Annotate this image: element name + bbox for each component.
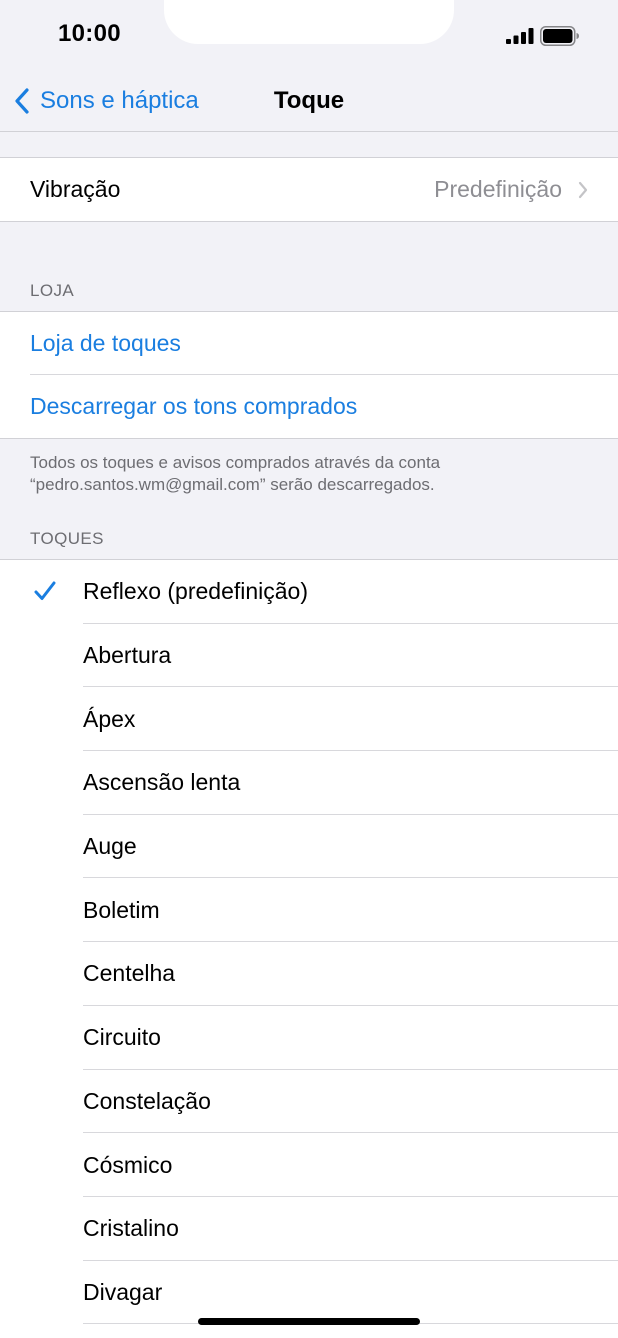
ringtone-store-label: Loja de toques (30, 330, 181, 356)
back-button-label: Sons e háptica (40, 87, 199, 114)
ringtone-row[interactable]: Circuito (0, 1006, 618, 1070)
navigation-bar: Toque Sons e háptica (0, 72, 618, 132)
ringtone-label: Auge (83, 833, 137, 860)
checkmark-icon (34, 581, 56, 600)
ringtone-label: Ápex (83, 705, 136, 732)
ringtone-row[interactable]: Abertura (0, 624, 618, 688)
ringtone-row[interactable]: Cósmico (0, 1133, 618, 1197)
ringtone-row[interactable]: Ascensão lenta (0, 751, 618, 815)
ringtone-label: Ascensão lenta (83, 769, 241, 796)
notch (164, 0, 454, 44)
ringtone-label: Constelação (83, 1087, 211, 1114)
ringtone-row[interactable]: Auge (0, 815, 618, 879)
ringtone-row[interactable]: Ápex (0, 687, 618, 752)
status-bar: 10:00 (0, 0, 618, 72)
vibration-value: Predefinição (434, 176, 562, 202)
back-button[interactable]: Sons e háptica (14, 72, 199, 130)
status-time: 10:00 (58, 20, 121, 47)
battery-icon (540, 26, 579, 46)
vibration-label: Vibração (30, 176, 121, 202)
ringtone-label: Cósmico (83, 1151, 173, 1178)
ringtone-label: Circuito (83, 1024, 161, 1051)
chevron-left-icon (15, 88, 29, 114)
ringtones-section-header: TOQUES (30, 529, 104, 548)
ringtone-label: Divagar (83, 1278, 163, 1305)
vibration-row[interactable]: Vibração Predefinição (0, 158, 618, 221)
home-indicator[interactable] (198, 1318, 420, 1325)
cellular-signal-icon (506, 28, 534, 44)
ringtone-row[interactable]: Boletim (0, 878, 618, 943)
ringtones-list: Reflexo (predefinição) Abertura Ápex Asc… (0, 559, 618, 1338)
store-footer-text: Todos os toques e avisos comprados atrav… (30, 453, 441, 494)
vibration-value-wrap: Predefinição (434, 158, 588, 221)
ringtone-row[interactable]: Divagar (0, 1261, 618, 1325)
ringtone-row-selected[interactable]: Reflexo (predefinição) (0, 560, 618, 624)
download-purchased-tones-label: Descarregar os tons comprados (30, 393, 358, 419)
ringtone-row[interactable]: Constelação (0, 1070, 618, 1134)
store-group: Loja de toques Descarregar os tons compr… (0, 311, 618, 439)
ringtone-store-link[interactable]: Loja de toques (0, 312, 618, 375)
chevron-right-icon (578, 181, 588, 198)
download-purchased-tones-link[interactable]: Descarregar os tons comprados (0, 375, 618, 438)
ringtone-label: Centelha (83, 960, 176, 987)
store-section-header: LOJA (30, 281, 75, 300)
ringtone-label: Abertura (83, 642, 172, 669)
ringtone-row[interactable]: Cristalino (0, 1197, 618, 1261)
ringtone-row[interactable]: Centelha (0, 942, 618, 1006)
ringtone-label: Boletim (83, 896, 160, 923)
vibration-group: Vibração Predefinição (0, 157, 618, 222)
ringtone-label: Cristalino (83, 1215, 179, 1242)
